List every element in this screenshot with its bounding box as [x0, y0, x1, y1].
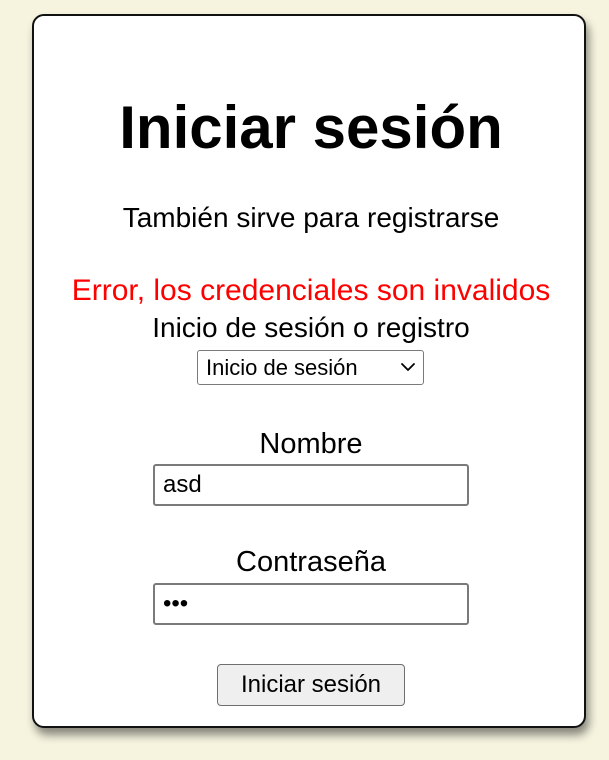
mode-select-value: Inicio de sesión — [206, 354, 358, 380]
password-field[interactable] — [153, 583, 469, 625]
error-message: Error, los credenciales son invalidos — [71, 274, 551, 307]
mode-label: Inicio de sesión o registro — [152, 312, 470, 343]
name-label: Nombre — [259, 428, 363, 460]
login-card: Iniciar sesión También sirve para regist… — [32, 14, 586, 728]
mode-select[interactable]: Inicio de sesión — [197, 350, 424, 385]
password-label: Contraseña — [236, 546, 386, 578]
subtitle: También sirve para registrarse — [122, 202, 500, 233]
login-button[interactable]: Iniciar sesión — [217, 664, 405, 706]
page-title: Iniciar sesión — [119, 94, 503, 161]
name-field[interactable] — [153, 464, 469, 506]
chevron-down-icon — [401, 363, 415, 371]
